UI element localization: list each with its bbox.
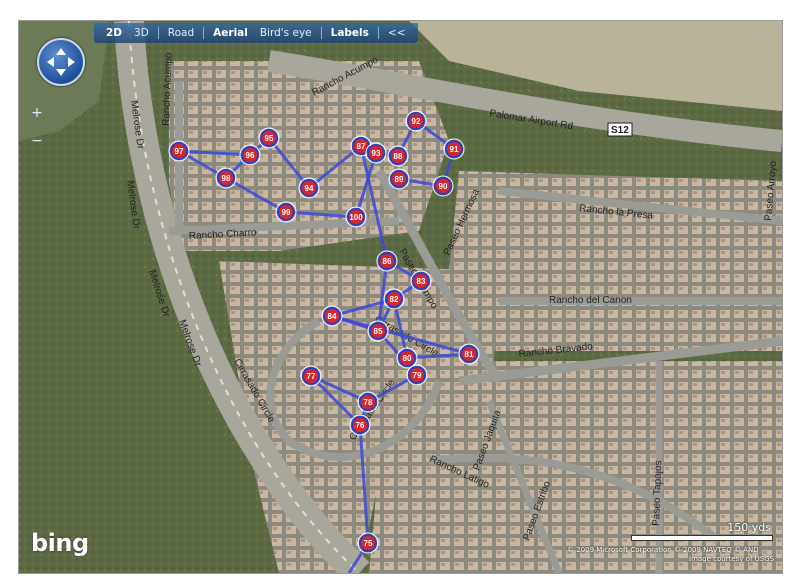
view-3d-button[interactable]: 3D: [128, 27, 155, 39]
waypoint-number: 75: [364, 539, 373, 548]
waypoint-number: 99: [282, 208, 291, 217]
waypoint-marker[interactable]: 100: [345, 206, 367, 228]
toolbar-divider: [157, 27, 159, 39]
waypoint-marker[interactable]: 88: [387, 145, 409, 167]
toolbar-divider: [377, 27, 379, 39]
road-label: S12: [611, 125, 629, 136]
scale-bar: 150 yds: [631, 521, 773, 545]
waypoint-number: 94: [305, 184, 314, 193]
waypoint-marker[interactable]: 95: [258, 127, 280, 149]
waypoint-marker[interactable]: 91: [443, 138, 465, 160]
waypoint-marker[interactable]: 81: [458, 343, 480, 365]
waypoint-marker[interactable]: 89: [388, 168, 410, 190]
waypoint-marker[interactable]: 99: [275, 201, 297, 223]
waypoint-marker[interactable]: 92: [405, 110, 427, 132]
imagery-credit: Image courtesy of USGS: [689, 555, 775, 563]
waypoint-marker[interactable]: 79: [406, 364, 428, 386]
waypoint-number: 91: [450, 145, 459, 154]
collapse-toolbar-button[interactable]: <<: [382, 27, 412, 39]
waypoint-number: 88: [394, 152, 403, 161]
waypoint-marker[interactable]: 77: [300, 365, 322, 387]
zoom-in-button[interactable]: +: [29, 105, 45, 121]
waypoint-number: 97: [175, 147, 184, 156]
road-label: Rancho del Canon: [549, 295, 632, 306]
waypoint-number: 79: [413, 371, 422, 380]
labels-toggle-button[interactable]: Labels: [325, 27, 375, 39]
waypoint-number: 76: [356, 421, 365, 430]
waypoint-marker[interactable]: 84: [321, 305, 343, 327]
waypoint-marker[interactable]: 90: [432, 175, 454, 197]
waypoint-number: 89: [395, 175, 404, 184]
waypoint-marker[interactable]: 96: [239, 144, 261, 166]
waypoint-number: 86: [383, 257, 392, 266]
waypoint-number: 96: [246, 151, 255, 160]
waypoint-number: 95: [265, 134, 274, 143]
map-toolbar: 2D 3D Road Aerial Bird's eye Labels <<: [94, 23, 418, 43]
waypoint-number: 85: [374, 327, 383, 336]
waypoint-marker[interactable]: 78: [357, 391, 379, 413]
map-viewport[interactable]: Palomar Airport Rd S12 Rancho Acumpo Rancho…: [18, 20, 783, 574]
waypoint-number: 80: [403, 354, 412, 363]
aerial-view-button[interactable]: Aerial: [207, 27, 254, 39]
waypoint-marker[interactable]: 75: [357, 532, 379, 554]
waypoint-marker[interactable]: 82: [383, 288, 405, 310]
waypoint-marker[interactable]: 93: [365, 142, 387, 164]
waypoint-number: 93: [372, 149, 381, 158]
waypoint-marker[interactable]: 94: [298, 177, 320, 199]
waypoint-number: 84: [328, 312, 337, 321]
toolbar-divider: [203, 27, 205, 39]
scale-label: 150 yds: [727, 521, 771, 534]
pan-compass-icon[interactable]: [37, 38, 85, 86]
waypoint-number: 81: [465, 350, 474, 359]
copyright-text: © 2009 Microsoft Corporation © 2009 NAVT…: [567, 546, 759, 554]
waypoint-marker[interactable]: 76: [349, 414, 371, 436]
waypoint-number: 90: [439, 182, 448, 191]
waypoint-marker[interactable]: 86: [376, 250, 398, 272]
waypoint-number: 98: [222, 174, 231, 183]
birds-eye-button[interactable]: Bird's eye: [254, 27, 318, 39]
scale-line: [631, 535, 773, 541]
aerial-map[interactable]: Palomar Airport Rd S12Rancho AcumpoRancho…: [19, 21, 782, 573]
waypoint-number: 77: [307, 372, 316, 381]
waypoint-number: 82: [390, 295, 399, 304]
bing-logo: bing: [31, 529, 89, 557]
waypoint-number: 87: [357, 142, 366, 151]
waypoint-marker[interactable]: 83: [410, 270, 432, 292]
road-label: Paseo Tapajos: [651, 460, 664, 526]
waypoint-marker[interactable]: 85: [367, 320, 389, 342]
toolbar-divider: [320, 27, 322, 39]
view-2d-button[interactable]: 2D: [100, 27, 128, 39]
waypoint-marker[interactable]: 97: [168, 140, 190, 162]
housing-block: [449, 171, 782, 351]
road-view-button[interactable]: Road: [162, 27, 200, 39]
waypoint-number: 100: [349, 213, 363, 222]
waypoint-number: 78: [364, 398, 373, 407]
four-arrow-pan-icon: [47, 48, 75, 76]
waypoint-number: 92: [412, 117, 421, 126]
waypoint-number: 83: [417, 277, 426, 286]
waypoint-marker[interactable]: 98: [215, 167, 237, 189]
zoom-out-button[interactable]: −: [29, 133, 45, 149]
